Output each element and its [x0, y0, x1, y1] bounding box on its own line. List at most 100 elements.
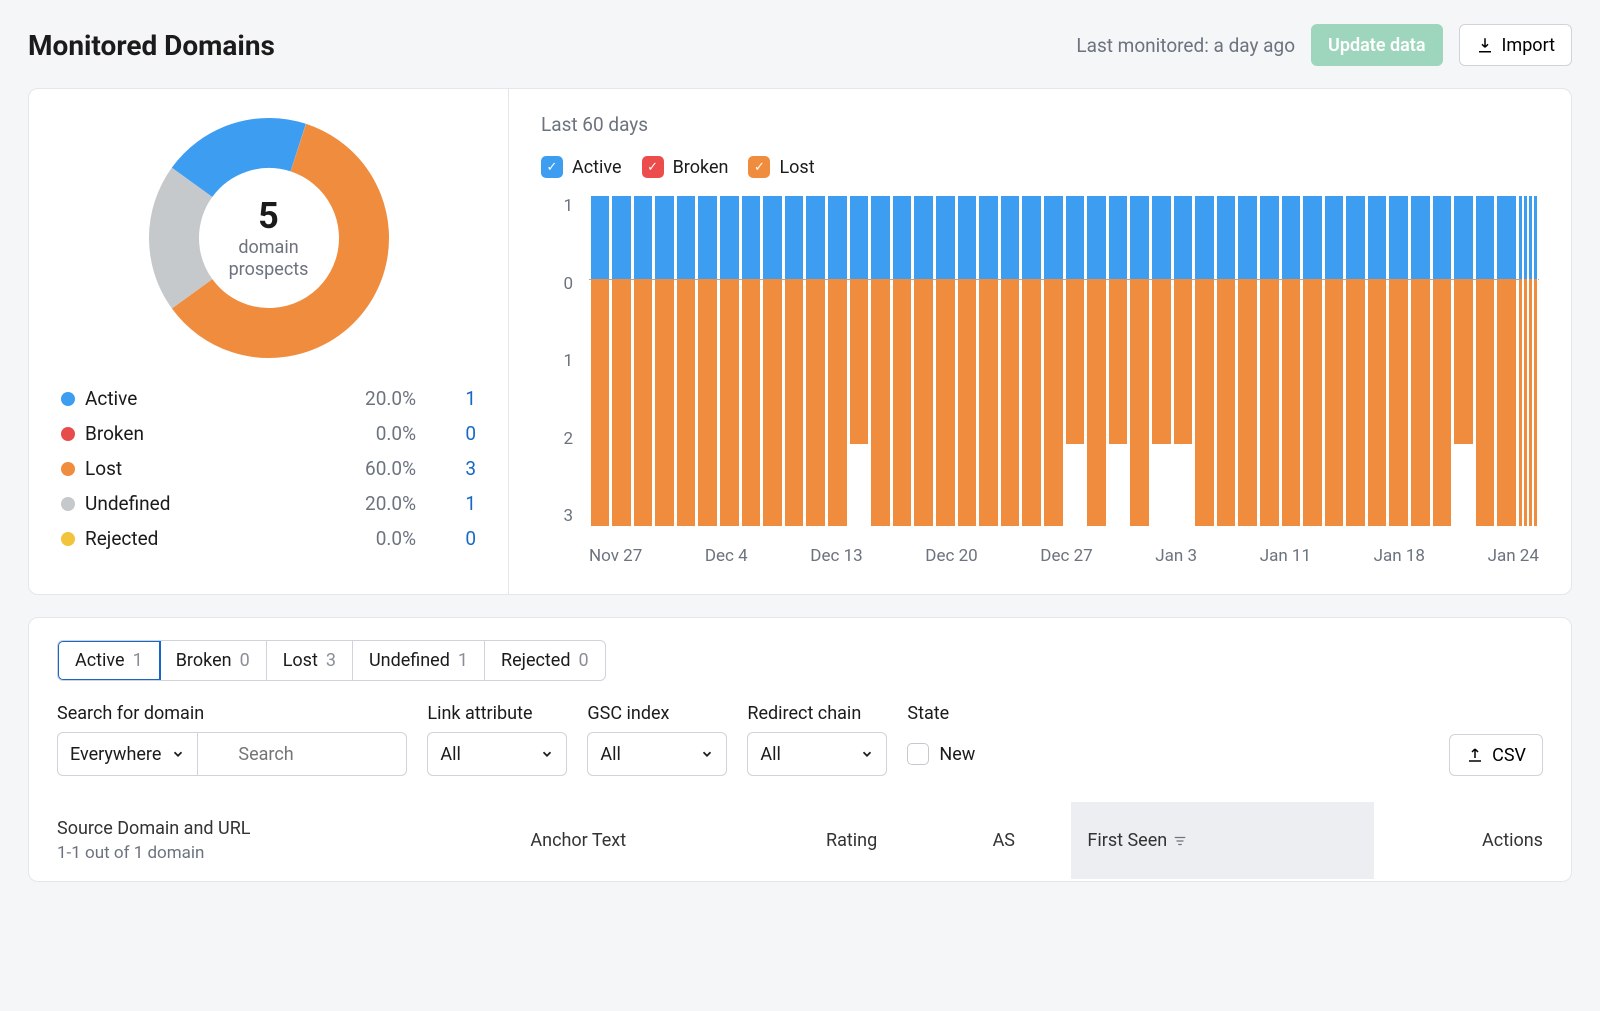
- column-rating[interactable]: Rating: [767, 830, 936, 851]
- bar-column: [958, 196, 977, 526]
- x-tick: Dec 20: [925, 546, 977, 566]
- bar-column: [1109, 196, 1128, 526]
- import-button[interactable]: Import: [1459, 24, 1572, 66]
- legend-dot: [61, 497, 75, 511]
- bar-column: [1346, 196, 1365, 526]
- column-first-seen[interactable]: First Seen: [1071, 802, 1374, 879]
- link-attribute-select[interactable]: All: [427, 732, 567, 776]
- legend-label: Broken: [85, 422, 326, 445]
- bar-column: [1476, 196, 1495, 526]
- legend-row[interactable]: Broken0.0%0: [61, 416, 476, 451]
- chart-legend-item[interactable]: ✓Active: [541, 156, 622, 178]
- legend-dot: [61, 532, 75, 546]
- search-scope-select[interactable]: Everywhere: [57, 732, 197, 776]
- legend-pct: 0.0%: [326, 422, 416, 445]
- state-new-checkbox[interactable]: [907, 743, 929, 765]
- export-csv-button[interactable]: CSV: [1449, 734, 1543, 776]
- bar-column: [936, 196, 955, 526]
- legend-dot: [61, 427, 75, 441]
- bar-column: [1519, 196, 1538, 526]
- x-tick: Dec 27: [1040, 546, 1092, 566]
- y-tick: 1: [563, 351, 573, 371]
- bar-column: [720, 196, 739, 526]
- column-source-domain[interactable]: Source Domain and URL: [57, 818, 530, 839]
- search-input[interactable]: [197, 732, 407, 776]
- gsc-index-select[interactable]: All: [587, 732, 727, 776]
- x-tick: Jan 24: [1488, 546, 1539, 566]
- redirect-chain-label: Redirect chain: [747, 703, 887, 724]
- legend-label: Active: [85, 387, 326, 410]
- bar-column: [1260, 196, 1279, 526]
- bar-column: [698, 196, 717, 526]
- chevron-down-icon: [700, 747, 714, 761]
- column-anchor-text[interactable]: Anchor Text: [530, 830, 767, 851]
- bar-column: [785, 196, 804, 526]
- donut-chart: 5 domainprospects: [144, 113, 394, 363]
- bar-column: [1454, 196, 1473, 526]
- legend-label: Lost: [85, 457, 326, 480]
- x-tick: Dec 4: [705, 546, 748, 566]
- bar-column: [742, 196, 761, 526]
- tab-lost[interactable]: Lost3: [267, 641, 353, 680]
- column-as[interactable]: AS: [936, 830, 1071, 851]
- x-tick: Dec 13: [810, 546, 862, 566]
- legend-row[interactable]: Lost60.0%3: [61, 451, 476, 486]
- tab-rejected[interactable]: Rejected0: [485, 641, 605, 680]
- bar-column: [763, 196, 782, 526]
- donut-center-value: 5: [258, 195, 279, 237]
- legend-pct: 20.0%: [326, 492, 416, 515]
- bar-column: [591, 196, 610, 526]
- bar-column: [1282, 196, 1301, 526]
- update-data-button[interactable]: Update data: [1311, 24, 1442, 66]
- bar-column: [914, 196, 933, 526]
- y-tick: 3: [563, 506, 573, 526]
- state-label: State: [907, 703, 975, 724]
- gsc-index-label: GSC index: [587, 703, 727, 724]
- column-actions: Actions: [1374, 830, 1543, 851]
- chart-legend-item[interactable]: ✓Broken: [642, 156, 729, 178]
- tab-broken[interactable]: Broken0: [160, 641, 267, 680]
- chart-legend-item[interactable]: ✓Lost: [748, 156, 814, 178]
- redirect-chain-select[interactable]: All: [747, 732, 887, 776]
- y-tick: 2: [563, 429, 573, 449]
- x-tick: Jan 3: [1155, 546, 1197, 566]
- last-monitored-text: Last monitored: a day ago: [1076, 34, 1295, 57]
- legend-dot: [61, 462, 75, 476]
- bar-column: [1066, 196, 1085, 526]
- bar-column: [1217, 196, 1236, 526]
- checkbox-icon: ✓: [541, 156, 563, 178]
- tab-active[interactable]: Active1: [57, 640, 161, 681]
- page-title: Monitored Domains: [28, 29, 275, 62]
- bar-column: [828, 196, 847, 526]
- sort-icon: [1173, 834, 1187, 848]
- bar-column: [871, 196, 890, 526]
- table-count-label: 1-1 out of 1 domain: [57, 843, 530, 863]
- bar-column: [1411, 196, 1430, 526]
- legend-row[interactable]: Active20.0%1: [61, 381, 476, 416]
- bar-column: [1044, 196, 1063, 526]
- download-icon: [1476, 36, 1494, 54]
- bar-column: [1130, 196, 1149, 526]
- chevron-down-icon: [171, 747, 185, 761]
- bar-chart: 10123 Nov 27Dec 4Dec 13Dec 20Dec 27Jan 3…: [541, 196, 1539, 566]
- bar-column: [1174, 196, 1193, 526]
- legend-pct: 60.0%: [326, 457, 416, 480]
- legend-row[interactable]: Undefined20.0%1: [61, 486, 476, 521]
- legend-count: 0: [416, 527, 476, 550]
- x-tick: Jan 18: [1374, 546, 1425, 566]
- legend-count: 1: [416, 387, 476, 410]
- bar-column: [634, 196, 653, 526]
- bar-column: [806, 196, 825, 526]
- bar-column: [1389, 196, 1408, 526]
- tab-undefined[interactable]: Undefined1: [353, 641, 485, 680]
- search-label: Search for domain: [57, 703, 407, 724]
- y-tick: 1: [563, 196, 573, 216]
- bar-column: [1001, 196, 1020, 526]
- bar-column: [1497, 196, 1516, 526]
- x-tick: Nov 27: [589, 546, 642, 566]
- state-new-label: New: [939, 744, 975, 765]
- legend-row[interactable]: Rejected0.0%0: [61, 521, 476, 556]
- bar-column: [1195, 196, 1214, 526]
- checkbox-icon: ✓: [642, 156, 664, 178]
- donut-center-label: domainprospects: [229, 237, 309, 282]
